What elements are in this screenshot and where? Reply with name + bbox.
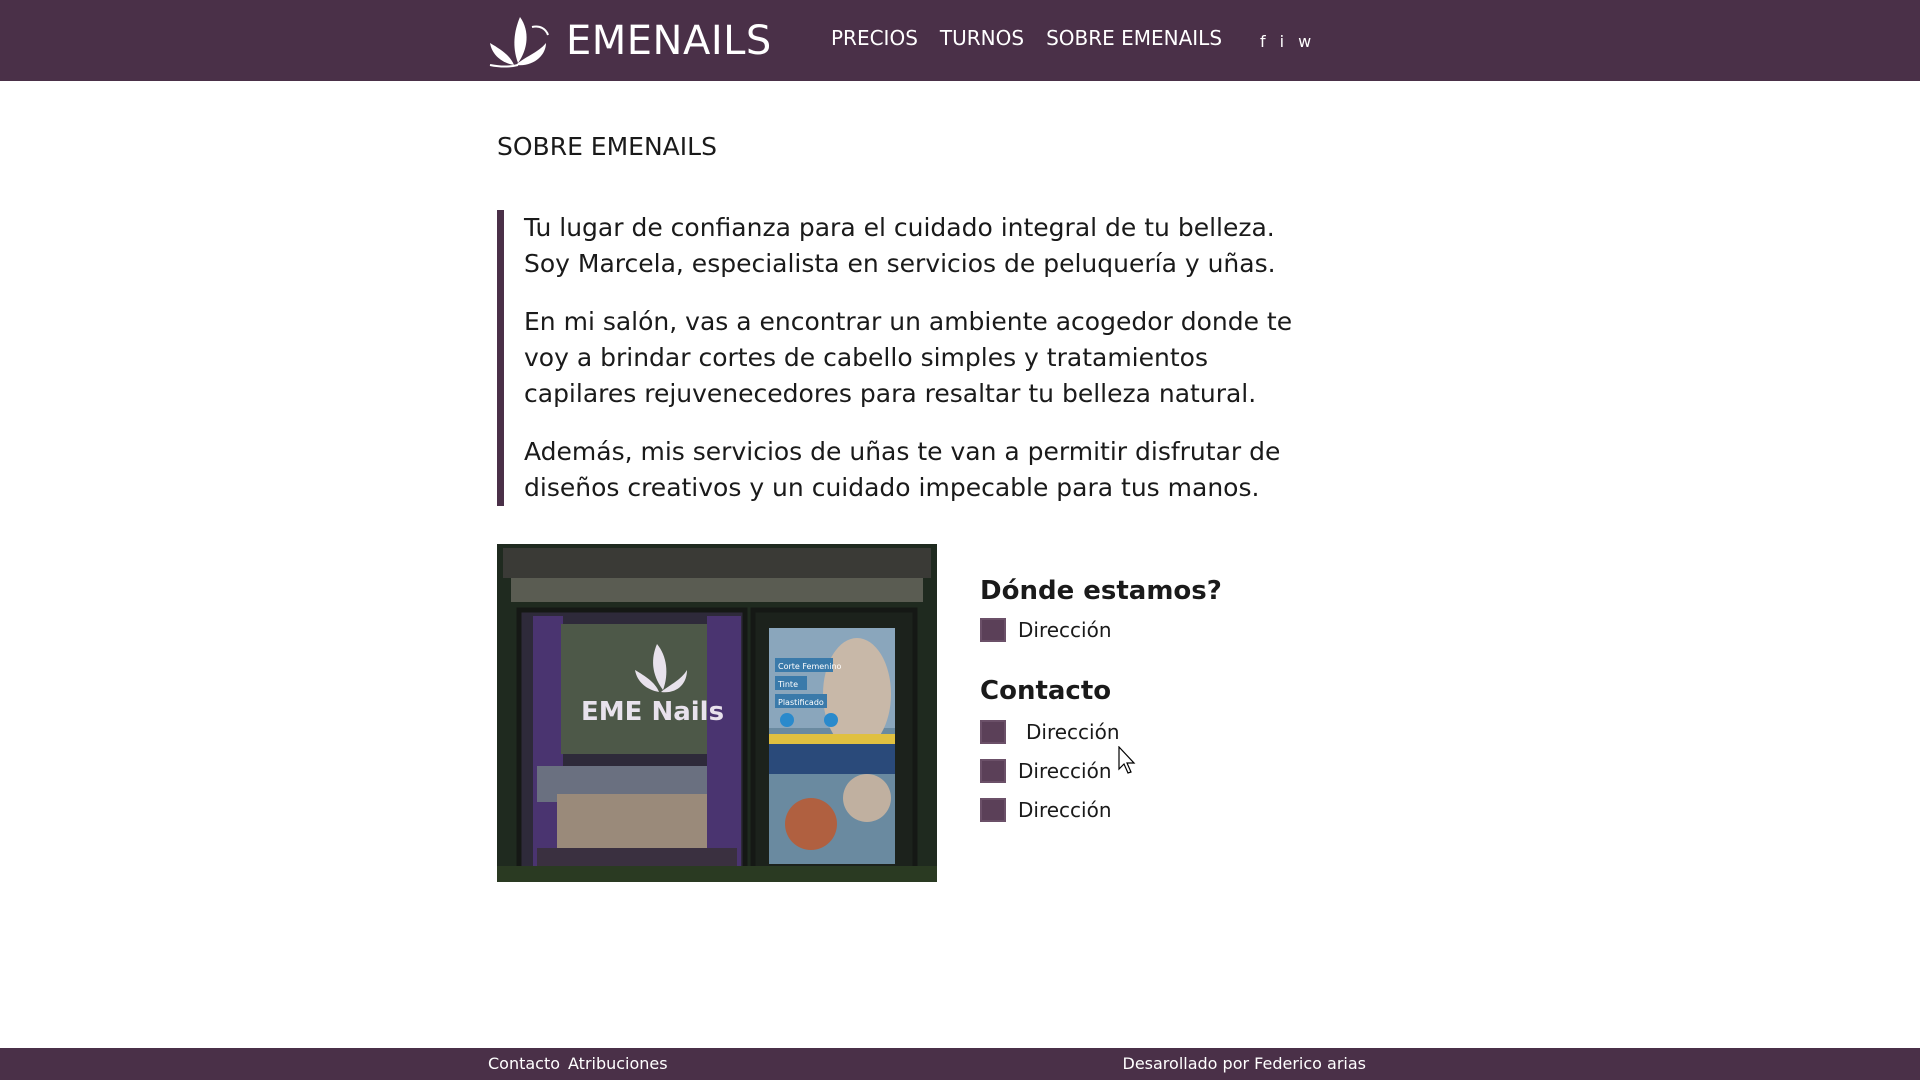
butterfly-logo-icon	[489, 17, 549, 68]
poster-line: Tinte	[777, 680, 798, 689]
info-column: Dónde estamos? Dirección Contacto Direcc…	[980, 576, 1380, 822]
contact-label: Dirección	[1018, 759, 1112, 783]
main-nav: PRECIOS TURNOS SOBRE EMENAILS	[831, 26, 1222, 50]
contact-icon	[980, 759, 1006, 783]
poster-line: Plastificado	[778, 698, 824, 707]
footer-credit: Desarollado por Federico arias	[1122, 1054, 1367, 1073]
brand-name: EMENAILS	[566, 18, 772, 64]
about-quote: Tu lugar de confianza para el cuidado in…	[497, 210, 1327, 506]
about-paragraph: En mi salón, vas a encontrar un ambiente…	[524, 307, 1293, 408]
footer-contact-link[interactable]: Contacto	[488, 1054, 560, 1073]
nav-link-precios[interactable]: PRECIOS	[831, 26, 918, 50]
contact-icon	[980, 798, 1006, 822]
mouse-cursor-icon	[1118, 746, 1136, 774]
storefront-sign: EME Nails	[581, 697, 724, 727]
contact-icon	[980, 720, 1006, 744]
contact-link[interactable]: Dirección	[980, 759, 1380, 783]
footer: Contacto Atribuciones Desarollado por Fe…	[0, 1048, 1920, 1080]
location-pin-icon	[980, 618, 1006, 642]
about-paragraph: Tu lugar de confianza para el cuidado in…	[524, 213, 1276, 278]
top-navbar: EMENAILS PRECIOS TURNOS SOBRE EMENAILS f…	[0, 0, 1920, 81]
instagram-icon[interactable]: i	[1280, 32, 1284, 51]
about-paragraph: Además, mis servicios de uñas te van a p…	[524, 437, 1281, 502]
contact-title: Contacto	[980, 676, 1112, 706]
contact-label: Dirección	[1018, 798, 1112, 822]
storefront-photo: EME Nails Corte Femenino Tinte Plastific…	[497, 544, 937, 882]
nav-link-turnos[interactable]: TURNOS	[940, 26, 1024, 50]
location-address-label: Dirección	[1018, 618, 1112, 642]
contact-link[interactable]: Dirección	[980, 720, 1380, 744]
footer-attributions-link[interactable]: Atribuciones	[568, 1054, 668, 1073]
poster-line: Corte Femenino	[778, 662, 842, 671]
location-address-link[interactable]: Dirección	[980, 618, 1380, 642]
location-title: Dónde estamos?	[980, 576, 1222, 606]
page-title: SOBRE EMENAILS	[497, 132, 717, 161]
nav-link-sobre-emenails[interactable]: SOBRE EMENAILS	[1046, 26, 1222, 50]
contact-link[interactable]: Dirección	[980, 798, 1380, 822]
brand-link[interactable]: EMENAILS	[488, 12, 772, 70]
social-links: f i w	[1260, 32, 1311, 51]
contact-label: Dirección	[1026, 720, 1120, 744]
facebook-icon[interactable]: f	[1260, 32, 1266, 51]
whatsapp-icon[interactable]: w	[1298, 32, 1311, 51]
